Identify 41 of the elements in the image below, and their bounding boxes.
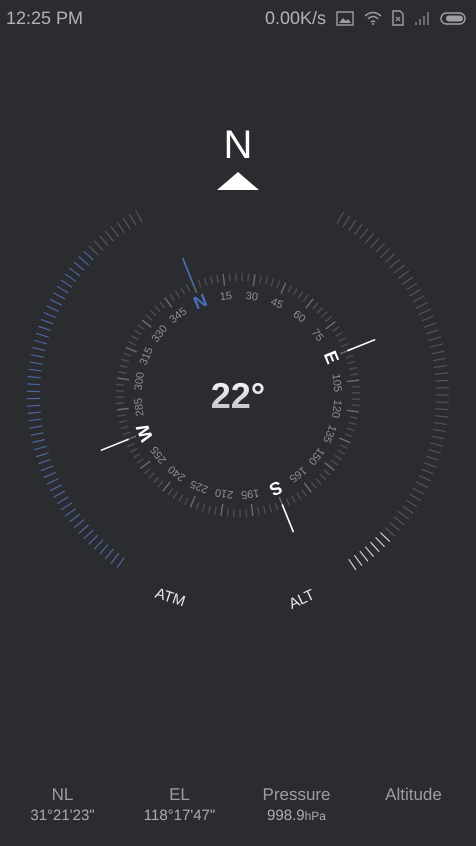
cardinal-needle xyxy=(347,338,376,352)
degree-label: 210 xyxy=(214,486,234,500)
degree-label: 225 xyxy=(188,477,210,496)
cardinal-label: N xyxy=(190,290,210,314)
sim-card-icon xyxy=(392,10,404,26)
gauge-label: ATM xyxy=(153,584,188,610)
stat-value: 118°17'47" xyxy=(144,807,216,824)
degree-label: 30 xyxy=(244,290,259,304)
battery-icon xyxy=(440,12,466,24)
stat-label: Altitude xyxy=(385,785,442,805)
cardinal-label: S xyxy=(266,476,286,500)
cardinal-label: E xyxy=(320,348,343,367)
degree-label: 105 xyxy=(329,373,344,393)
stat-label: EL xyxy=(169,785,190,805)
degree-label: 285 xyxy=(132,397,147,417)
stat-value: 31°21'23" xyxy=(30,807,95,824)
wifi-icon xyxy=(364,11,382,25)
degree-label: 75 xyxy=(308,326,326,344)
cardinal-needle xyxy=(182,257,195,286)
degree-label: 315 xyxy=(138,345,156,368)
network-speed: 0.00K/s xyxy=(264,8,326,28)
signal-icon xyxy=(414,11,430,25)
gauge-label: ALT xyxy=(286,586,318,613)
cardinal-needle xyxy=(100,438,129,452)
degree-label: 195 xyxy=(240,486,260,500)
degree-label: 120 xyxy=(328,398,344,419)
degree-label: 300 xyxy=(132,371,148,392)
clock: 12:25 PM xyxy=(6,8,84,28)
heading-readout: 22° xyxy=(210,375,266,416)
image-icon xyxy=(336,10,354,26)
cardinal-label: W xyxy=(132,421,158,444)
degree-label: 60 xyxy=(290,308,308,326)
degree-label: 45 xyxy=(268,296,285,312)
stat-label: Pressure xyxy=(262,785,331,805)
stat-value: 998.9hPa xyxy=(267,807,326,824)
stat-label: NL xyxy=(52,785,74,805)
degree-label: 15 xyxy=(219,290,233,304)
degree-label: 135 xyxy=(320,422,338,445)
north-label: N xyxy=(224,123,252,167)
north-pointer-icon xyxy=(217,172,259,190)
cardinal-needle xyxy=(281,504,294,533)
